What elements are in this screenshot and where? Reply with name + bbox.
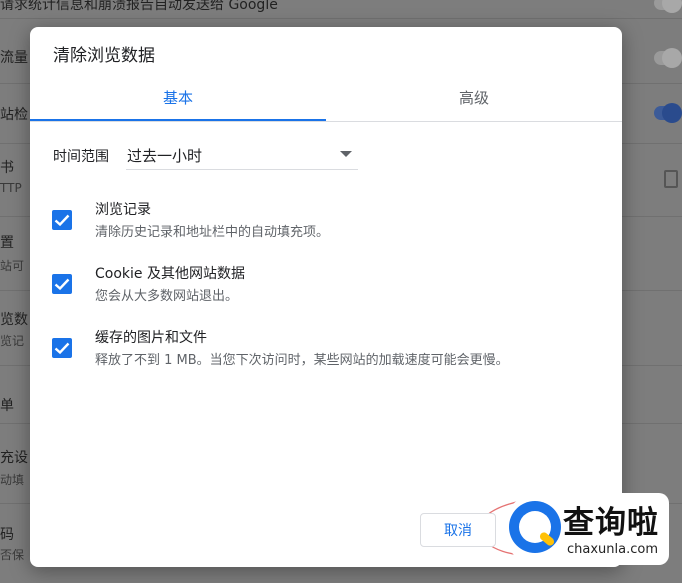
- watermark-text: 查询啦: [563, 505, 659, 541]
- cached-images-checkbox[interactable]: [52, 338, 72, 358]
- option-title: 缓存的图片和文件: [95, 330, 207, 346]
- clear-browsing-data-dialog: 清除浏览数据 基本 高级 时间范围 过去一小时 浏览记录 清除历史记录和地址栏中…: [30, 27, 622, 567]
- checkmark-icon: [54, 214, 70, 227]
- bg-row-title: 置: [0, 235, 14, 251]
- option-description: 您会从大多数网站退出。: [95, 289, 239, 304]
- option-title: 浏览记录: [95, 202, 151, 218]
- bg-row-title: 码: [0, 527, 14, 543]
- option-cached-images: 缓存的图片和文件 释放了不到 1 MB。当您下次访问时，某些网站的加载速度可能会…: [52, 327, 612, 375]
- browsing-history-checkbox[interactable]: [52, 210, 72, 230]
- bg-row-sub: TTP: [0, 181, 22, 195]
- bg-row-sub: 动填: [0, 473, 25, 487]
- bg-row-title: 书: [0, 160, 14, 176]
- toggle-switch: [654, 48, 682, 68]
- bg-row-title: 览数: [0, 312, 28, 328]
- search-logo-icon: [509, 501, 561, 553]
- bg-row-crash-reports: 请求统计信息和崩溃报告自动发送给 Google: [0, 0, 682, 19]
- option-cookies: Cookie 及其他网站数据 您会从大多数网站退出。: [52, 263, 612, 311]
- checkmark-icon: [54, 342, 70, 355]
- bg-row-sub: 否保: [0, 548, 25, 562]
- bg-row-title: 站检: [0, 107, 28, 123]
- time-range-select[interactable]: 过去一小时: [126, 137, 358, 170]
- dialog-tabs: 基本 高级: [30, 83, 622, 122]
- bg-row-title: 请求统计信息和崩溃报告自动发送给 Google: [0, 0, 278, 13]
- time-range-value: 过去一小时: [127, 147, 203, 165]
- tab-advanced[interactable]: 高级: [326, 83, 622, 121]
- bg-row-sub: 览记: [0, 334, 25, 348]
- toggle-switch: [654, 103, 682, 123]
- cancel-button[interactable]: 取消: [420, 513, 496, 547]
- option-description: 释放了不到 1 MB。当您下次访问时，某些网站的加载速度可能会更慢。: [95, 353, 509, 368]
- watermark-domain: chaxunla.com: [567, 542, 658, 557]
- dropdown-arrow-icon: [340, 151, 352, 157]
- option-title: Cookie 及其他网站数据: [95, 266, 245, 282]
- checkmark-icon: [54, 278, 70, 291]
- tab-basic[interactable]: 基本: [30, 83, 326, 121]
- bg-row-title: 单: [0, 398, 14, 414]
- watermark-logo: 查询啦 chaxunla.com: [503, 493, 669, 565]
- active-tab-indicator: [30, 119, 326, 121]
- option-browsing-history: 浏览记录 清除历史记录和地址栏中的自动填充项。: [52, 199, 612, 247]
- dialog-title: 清除浏览数据: [53, 46, 155, 66]
- cookies-checkbox[interactable]: [52, 274, 72, 294]
- toggle-switch: [654, 0, 682, 13]
- time-range-label: 时间范围: [53, 149, 109, 165]
- open-external-icon: [664, 170, 678, 188]
- bg-row-title: 流量: [0, 50, 28, 66]
- bg-row-title: 充设: [0, 450, 28, 466]
- bg-row-sub: 站可: [0, 259, 25, 273]
- option-description: 清除历史记录和地址栏中的自动填充项。: [95, 225, 330, 240]
